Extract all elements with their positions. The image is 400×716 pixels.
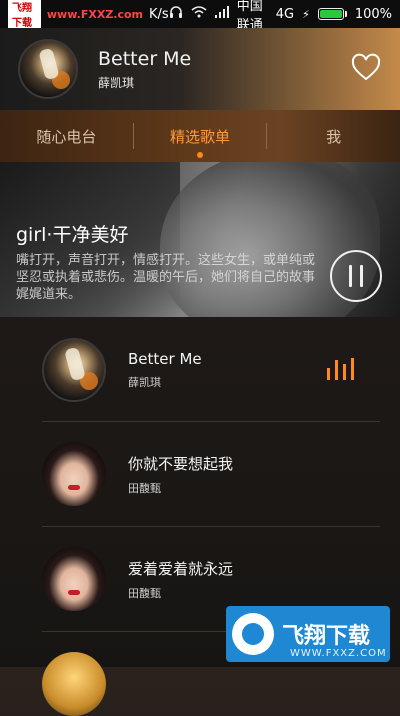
battery-icon xyxy=(317,8,347,20)
playlist-banner[interactable]: girl·干净美好 嘴打开，声音打开，情感打开。这些女生，或单纯或坚忍或执着或悲… xyxy=(0,162,400,317)
charging-icon: ⚡ xyxy=(302,7,310,21)
network-speed: K/s xyxy=(149,6,169,22)
song-cover-partial[interactable] xyxy=(42,652,106,716)
now-playing-info: Better Me 薛凯琪 xyxy=(98,48,191,91)
song-title: 你就不要想起我 xyxy=(128,454,234,473)
now-playing-cover[interactable] xyxy=(18,39,78,99)
playing-equalizer-icon xyxy=(327,358,354,380)
battery-percent: 100% xyxy=(354,6,392,22)
watermark-url: WWW.FXXZ.COM xyxy=(290,648,387,659)
song-artist: 薛凯琪 xyxy=(128,376,161,389)
wifi-icon xyxy=(191,6,207,22)
song-cover xyxy=(42,547,106,611)
pause-button[interactable] xyxy=(330,250,382,302)
tab-playlists[interactable]: 精选歌单 xyxy=(134,110,267,162)
main-tabs: 随心电台 精选歌单 我 xyxy=(0,110,400,162)
status-url: www.FXXZ.com xyxy=(46,7,144,21)
song-cover xyxy=(42,442,106,506)
song-row[interactable]: 你就不要想起我 田馥甄 xyxy=(0,422,400,526)
pause-icon-bar xyxy=(360,265,363,287)
network-type: 4G xyxy=(275,6,295,22)
headphones-icon xyxy=(169,5,183,23)
song-row[interactable]: Better Me 薛凯琪 xyxy=(0,318,400,422)
watermark-brand: 飞翔下载 xyxy=(282,624,371,649)
favorite-heart-icon[interactable] xyxy=(350,52,382,84)
song-title: 爱着爱着就永远 xyxy=(128,559,234,578)
tab-me[interactable]: 我 xyxy=(267,110,400,162)
now-playing-header[interactable]: Better Me 薛凯琪 xyxy=(0,28,400,110)
banner-description: 嘴打开，声音打开，情感打开。这些女生，或单纯或坚忍或执着或悲伤。温暖的午后，她们… xyxy=(16,253,316,302)
status-bar: 飞翔下载 www.FXXZ.com K/s 中国联通 4G ⚡ 100% xyxy=(0,0,400,33)
status-badge: 飞翔下载 xyxy=(8,0,41,30)
now-playing-artist: 薛凯琪 xyxy=(98,75,135,90)
pause-icon xyxy=(349,265,352,287)
song-artist: 田馥甄 xyxy=(128,481,161,495)
song-cover xyxy=(42,338,106,402)
signal-icon xyxy=(214,6,229,22)
banner-title: girl·干净美好 xyxy=(16,224,129,246)
tab-radio[interactable]: 随心电台 xyxy=(0,110,133,162)
song-title: Better Me xyxy=(128,350,202,368)
brand-logo-icon xyxy=(232,613,274,655)
song-artist: 田馥甄 xyxy=(128,586,161,600)
now-playing-title: Better Me xyxy=(98,47,192,70)
